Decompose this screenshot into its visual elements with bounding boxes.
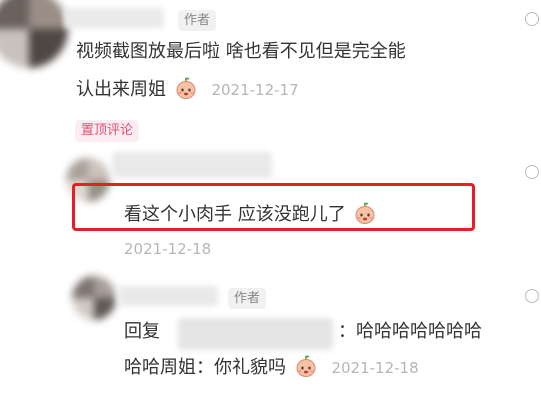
reply-date: 2021-12-18 (331, 359, 419, 377)
more-options-icon[interactable] (525, 165, 539, 179)
comment-text-line-2-content: 认出来周姐 (76, 79, 166, 100)
red-highlight-box (72, 183, 475, 231)
reply-text-line-2-content: 哈哈周姐：你礼貌吗 (124, 357, 286, 378)
username-blurred[interactable] (64, 8, 164, 28)
avatar[interactable] (0, 0, 68, 68)
pinned-comment-badge: 置顶评论 (75, 120, 140, 142)
more-options-icon[interactable] (525, 289, 539, 303)
reply-username-blurred[interactable] (118, 286, 218, 306)
peach-face-emoji-icon (174, 76, 198, 108)
reply-prefix: 回复 (124, 321, 160, 342)
comment-date: 2021-12-17 (211, 81, 299, 99)
peach-face-emoji-icon (294, 354, 318, 386)
more-options-icon[interactable] (525, 12, 539, 26)
reply-date: 2021-12-18 (124, 240, 212, 258)
reply-text-line-1: 回复 (124, 319, 160, 345)
comment-text-line-2: 认出来周姐 2021-12-17 (76, 76, 299, 108)
comment-text-line-1: 视频截图放最后啦 啥也看不见但是完全能 (76, 41, 406, 62)
author-badge: 作者 (178, 10, 217, 31)
reply-text-line-1-tail: ：哈哈哈哈哈哈哈 (338, 321, 482, 342)
author-badge: 作者 (228, 288, 267, 309)
reply-avatar[interactable] (72, 276, 116, 320)
reply-text-line-2: 哈哈周姐：你礼貌吗 2021-12-18 (124, 354, 419, 386)
replied-username-blurred[interactable] (178, 318, 333, 350)
reply-username-blurred[interactable] (112, 152, 272, 178)
